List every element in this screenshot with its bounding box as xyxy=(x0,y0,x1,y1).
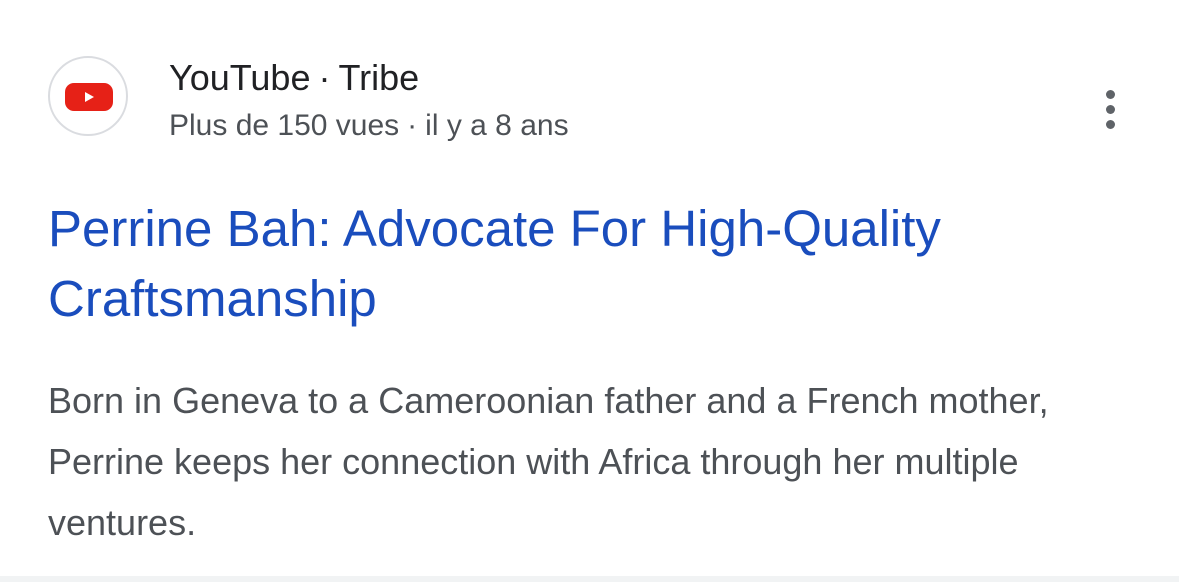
separator: · xyxy=(318,57,331,98)
channel-name: Tribe xyxy=(338,57,420,98)
separator: · xyxy=(407,109,418,142)
search-result-card: YouTube · Tribe Plus de 150 vues · il y a 8 … xyxy=(0,0,1179,576)
result-divider xyxy=(0,576,1179,582)
view-count: Plus de 150 vues xyxy=(169,109,400,142)
site-name: YouTube xyxy=(169,57,311,98)
result-source[interactable]: YouTube · Tribe Plus de 150 vues · il y a 8 … xyxy=(48,56,1138,146)
site-favicon xyxy=(48,56,128,136)
upload-age: il y a 8 ans xyxy=(425,109,569,142)
more-options-button[interactable] xyxy=(1088,84,1132,134)
menu-dot xyxy=(1105,104,1115,114)
source-meta: Plus de 150 vues · il y a 8 ans xyxy=(169,106,1029,146)
youtube-logo-icon xyxy=(65,83,113,111)
source-text: YouTube · Tribe Plus de 150 vues · il y a 8 … xyxy=(169,56,1029,146)
more-vert-icon xyxy=(1105,89,1115,129)
menu-dot xyxy=(1105,119,1115,129)
result-title-link[interactable]: Perrine Bah: Advocate For High-Quality C… xyxy=(48,194,1138,334)
menu-dot xyxy=(1105,89,1115,99)
source-title: YouTube · Tribe xyxy=(169,56,1029,100)
result-snippet: Born in Geneva to a Cameroonian father a… xyxy=(48,380,1049,543)
